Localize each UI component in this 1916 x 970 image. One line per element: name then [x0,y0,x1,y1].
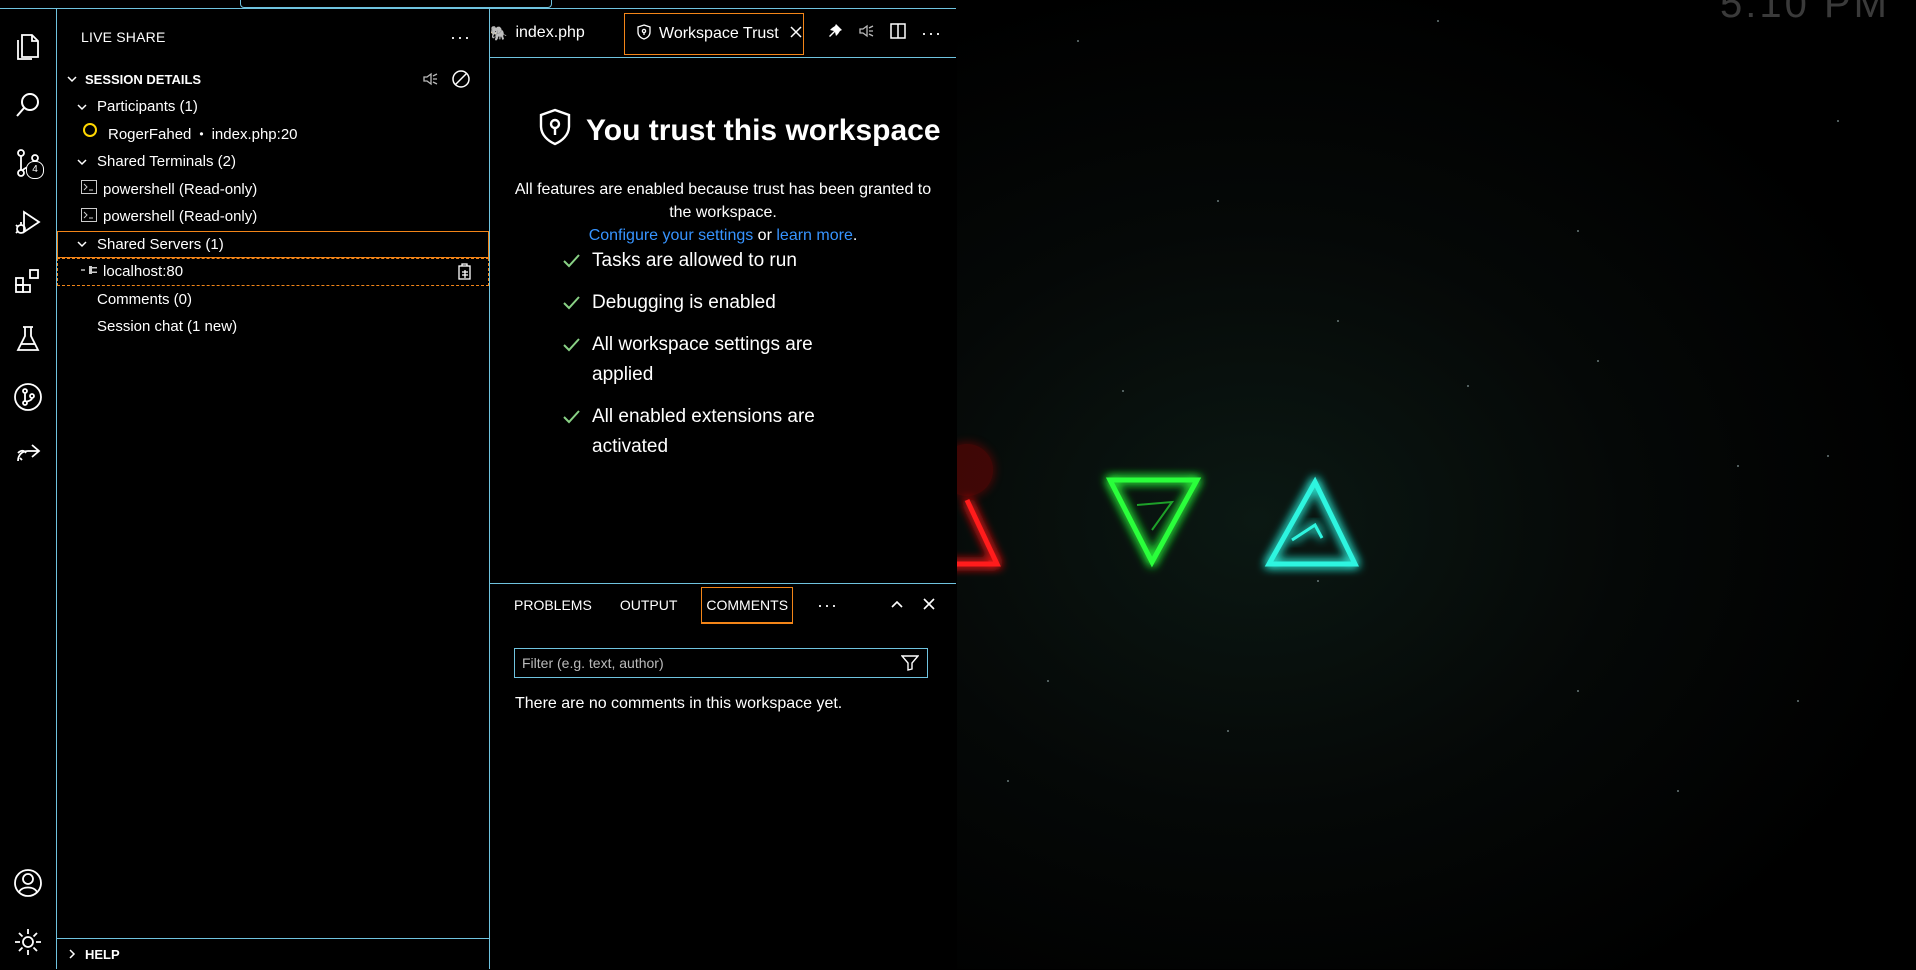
check-icon [562,330,582,360]
maximize-panel-icon[interactable] [890,597,904,614]
trust-title: You trust this workspace [538,108,941,154]
terminal-label: powershell (Read-only) [103,180,258,198]
tab-problems[interactable]: PROBLEMS [510,588,596,622]
trust-description: All features are enabled because trust h… [514,181,932,244]
sidebar-header: LIVE SHARE ··· [57,9,489,65]
help-section-header[interactable]: HELP [57,938,489,969]
filter-icon[interactable] [900,655,920,674]
empty-comments-message: There are no comments in this workspace … [515,695,843,712]
participant-name: RogerFahed [108,125,192,143]
trust-feature-item: Debugging is enabled [562,288,862,318]
comments-filter-input[interactable]: Filter (e.g. text, author) [514,648,928,678]
session-chat-label: Session chat (1 new) [97,318,238,336]
tab-output[interactable]: OUTPUT [616,588,682,622]
terminal-item[interactable]: powershell (Read-only) [57,203,489,231]
server-item[interactable]: localhost:80 [57,258,489,286]
testing-icon[interactable] [6,317,50,361]
shared-terminals-node[interactable]: Shared Terminals (2) [57,148,489,176]
chevron-right-icon [63,945,81,963]
source-control-icon[interactable]: 4 [6,141,50,185]
editor-tab-bar: 🐘 index.php Workspace Trust ··· [490,9,956,58]
trust-feature-item: Tasks are allowed to run [562,246,862,276]
split-editor-icon[interactable] [889,22,907,45]
source-control-badge: 4 [26,161,44,179]
shared-servers-label: Shared Servers (1) [97,235,224,253]
chevron-down-icon [73,98,91,116]
extensions-icon[interactable] [6,259,50,303]
pin-icon[interactable] [827,23,843,44]
tab-comments[interactable]: COMMENTS [701,586,794,624]
session-chat-node[interactable]: Session chat (1 new) [57,313,489,341]
tab-label: Workspace Trust [659,25,779,42]
sidebar-title: LIVE SHARE [81,29,166,45]
chevron-down-icon [63,70,81,88]
plug-icon [81,263,99,281]
trust-feature-item: All enabled extensions are activated [562,402,862,462]
check-icon [562,288,582,318]
chevron-down-icon [73,153,91,171]
command-center[interactable] [240,0,552,8]
tab-label: index.php [515,24,585,41]
neon-triangles-art [957,444,1360,568]
help-section-title: HELP [85,946,120,962]
activity-bar: 4 [0,9,57,969]
close-panel-icon[interactable] [922,597,936,614]
shared-servers-node[interactable]: Shared Servers (1) [57,230,489,258]
search-icon[interactable] [6,83,50,127]
terminal-item[interactable]: powershell (Read-only) [57,176,489,204]
gear-icon[interactable] [6,920,50,964]
editor-actions: ··· [827,9,956,57]
vscode-window: 4 LIVE SHARE ··· SESSION DETAILS Partici… [0,0,956,969]
end-session-icon[interactable] [451,69,471,92]
terminal-icon [81,207,97,226]
participant-location: index.php:20 [211,125,298,143]
desktop-wallpaper: 5:10 PM [957,0,1916,969]
chevron-down-icon [73,235,91,253]
title-bar [0,0,956,9]
configure-settings-link[interactable]: Configure your settings [589,227,754,244]
trust-feature-list: Tasks are allowed to run Debugging is en… [562,250,862,474]
php-file-icon: 🐘 [490,24,508,41]
git-graph-icon[interactable] [6,375,50,419]
learn-more-link[interactable]: learn more [776,227,852,244]
check-icon [562,246,582,276]
panel-more-actions[interactable]: ··· [813,588,842,622]
session-details-title: SESSION DETAILS [85,71,202,87]
participants-label: Participants (1) [97,98,198,116]
comments-node[interactable]: Comments (0) [57,286,489,314]
shield-icon [637,23,651,45]
live-share-sidebar: LIVE SHARE ··· SESSION DETAILS Participa… [57,9,490,969]
editor-more-actions[interactable]: ··· [921,23,942,44]
participants-node[interactable]: Participants (1) [57,93,489,121]
desktop-clock: 5:10 PM [1720,0,1890,26]
terminal-label: powershell (Read-only) [103,208,258,226]
participant-item[interactable]: RogerFahed • index.php:20 [57,121,489,149]
shield-icon [538,108,572,154]
server-label: localhost:80 [103,263,184,281]
terminal-icon [81,180,97,198]
participant-avatar-icon [83,123,97,138]
live-share-icon[interactable] [6,433,50,477]
sidebar-more-actions[interactable]: ··· [450,27,471,48]
editor-area: 🐘 index.php Workspace Trust ··· You trus… [490,9,956,969]
audio-icon[interactable] [421,70,439,91]
account-icon[interactable] [6,861,50,905]
close-icon[interactable] [789,25,803,44]
comments-label: Comments (0) [97,290,193,308]
workspace-trust-page: You trust this workspace All features ar… [490,58,956,578]
run-debug-icon[interactable] [6,201,50,245]
copy-server-icon[interactable] [457,263,473,285]
panel-tab-bar: PROBLEMS OUTPUT COMMENTS ··· [490,584,956,626]
tab-index-php[interactable]: 🐘 index.php [490,13,615,53]
shared-terminals-label: Shared Terminals (2) [97,153,236,171]
session-details-header[interactable]: SESSION DETAILS [57,65,489,93]
check-icon [562,402,582,432]
bottom-panel: PROBLEMS OUTPUT COMMENTS ··· Filter (e.g… [490,583,956,970]
explorer-icon[interactable] [6,25,50,69]
tab-workspace-trust[interactable]: Workspace Trust [624,13,804,55]
trust-feature-item: All workspace settings are applied [562,330,862,390]
audio-icon[interactable] [857,22,875,45]
